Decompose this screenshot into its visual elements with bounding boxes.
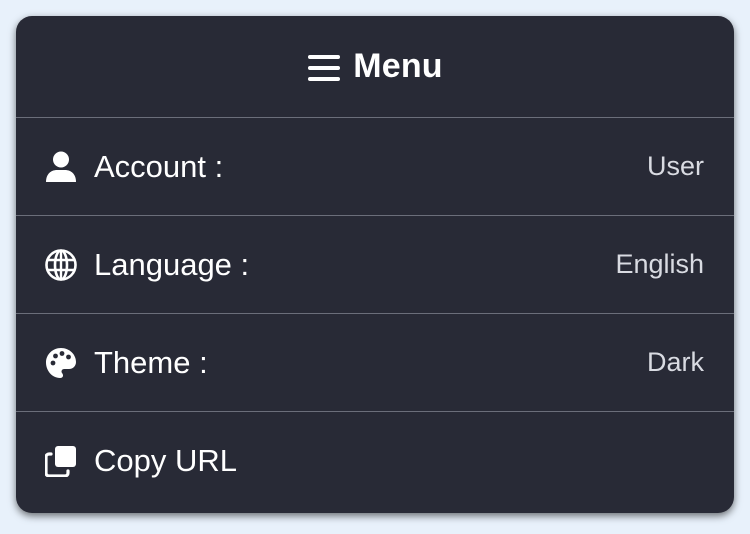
- language-label: Language :: [94, 246, 250, 282]
- menu-item-language[interactable]: Language : English: [16, 216, 734, 314]
- copy-url-label: Copy URL: [94, 442, 237, 478]
- copy-icon: [45, 445, 77, 477]
- language-value: English: [615, 249, 704, 279]
- menu-header: Menu: [16, 16, 734, 118]
- menu-panel: Menu Account : User Language : English T…: [16, 16, 734, 513]
- account-value: User: [646, 151, 704, 181]
- menu-item-copy-url[interactable]: Copy URL: [16, 412, 734, 509]
- theme-label: Theme :: [94, 344, 208, 380]
- globe-icon: [45, 248, 77, 281]
- menu-item-account[interactable]: Account : User: [16, 118, 734, 216]
- hamburger-icon: [307, 51, 341, 85]
- menu-item-theme[interactable]: Theme : Dark: [16, 314, 734, 412]
- palette-icon: [45, 347, 77, 379]
- account-label: Account :: [94, 148, 224, 184]
- user-icon: [45, 151, 77, 183]
- theme-value: Dark: [646, 347, 704, 377]
- menu-title: Menu: [353, 47, 443, 85]
